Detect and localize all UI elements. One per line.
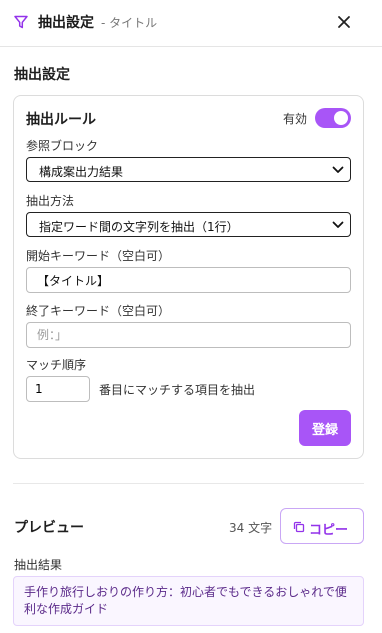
panel-header: 抽出設定 - タイトル [0,0,382,47]
reference-block-value: 構成案出力結果 [39,165,124,179]
char-count: 34 文字 [229,521,273,535]
reference-block-select[interactable]: 構成案出力結果 [26,157,351,182]
start-keyword-input[interactable] [26,267,351,293]
register-button[interactable]: 登録 [299,410,351,446]
enabled-toggle[interactable] [315,108,351,128]
method-label: 抽出方法 [26,194,75,208]
divider [13,483,364,484]
end-keyword-input[interactable] [26,322,351,348]
match-order-suffix: 番目にマッチする項目を抽出 [99,383,256,397]
filter-icon [14,15,28,29]
copy-button[interactable]: コピー [280,508,364,544]
method-value: 指定ワード間の文字列を抽出（1行） [39,220,239,234]
match-order-input[interactable] [26,376,90,402]
end-keyword-label: 終了キーワード（空白可） [26,304,171,318]
result-text: 手作り旅行しおりの作り方：初心者でもできるおしゃれで便利な作成ガイド [13,576,364,626]
method-select[interactable]: 指定ワード間の文字列を抽出（1行） [26,212,351,237]
copy-label: コピー [309,523,349,538]
result-label: 抽出結果 [14,558,63,572]
match-order-label: マッチ順序 [26,358,87,372]
panel-subtitle: - タイトル [101,16,158,30]
start-keyword-label: 開始キーワード（空白可） [26,249,171,263]
copy-icon [293,521,305,533]
panel-title: 抽出設定 [38,15,94,31]
rule-title: 抽出ルール [26,112,96,128]
section-title: 抽出設定 [14,67,70,83]
enabled-label: 有効 [283,112,308,126]
chevron-down-icon [332,166,344,173]
chevron-down-icon [332,221,344,228]
reference-block-label: 参照ブロック [26,139,99,153]
close-icon[interactable] [334,12,354,32]
preview-title: プレビュー [14,520,84,536]
toggle-knob [334,111,348,125]
